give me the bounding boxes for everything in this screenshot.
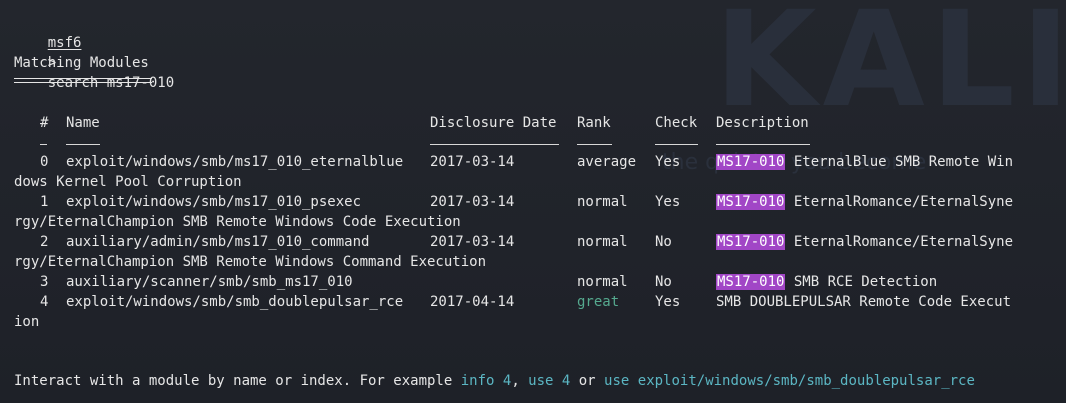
footer-sep-2: or [570, 373, 605, 389]
col-dash-description [716, 144, 810, 145]
prompt-name: msf6 [47, 35, 82, 51]
row-0-name[interactable]: exploit/windows/smb/ms17_010_eternalblue [66, 152, 403, 172]
row-2-num: 2 [40, 234, 49, 250]
terminal-window[interactable]: KALI the quieter you become msf6 > searc… [0, 0, 1066, 403]
col-dash-rank [577, 144, 612, 145]
col-dash-name [66, 144, 100, 145]
row-1-rank: normal [577, 194, 628, 210]
row-2-highlight: MS17-010 [716, 234, 786, 250]
row-4-name[interactable]: exploit/windows/smb/smb_doublepulsar_rce [66, 292, 403, 312]
row-1-desc-rest: EternalRomance/EternalSyne [785, 194, 1014, 210]
row-3-name[interactable]: auxiliary/scanner/smb/smb_ms17_010 [66, 272, 353, 292]
row-1-desc-wrap: rgy/EternalChampion SMB Remote Windows C… [14, 214, 461, 230]
row-0-desc-rest: EternalBlue SMB Remote Win [785, 154, 1014, 170]
prompt-line[interactable]: msf6 > search ms17-010 [14, 13, 174, 91]
row-1-highlight: MS17-010 [716, 194, 786, 210]
kali-logo-watermark: KALI [714, 0, 1066, 137]
row-0-check: Yes [655, 154, 681, 170]
row-0-date: 2017-03-14 [430, 154, 515, 170]
row-0-highlight: MS17-010 [716, 154, 786, 170]
row-3-check: No [655, 274, 672, 290]
row-2-rank: normal [577, 234, 628, 250]
col-header-name: Name [66, 115, 100, 131]
row-1-num: 1 [40, 194, 49, 210]
col-header-num: # [40, 115, 49, 131]
footer-hint: Interact with a module by name or index.… [14, 371, 975, 391]
heading-underline-rule [14, 78, 152, 83]
row-2-desc-wrap: rgy/EternalChampion SMB Remote Windows C… [14, 254, 487, 270]
col-header-check: Check [655, 115, 698, 131]
row-3-rank: normal [577, 274, 628, 290]
row-3-highlight: MS17-010 [716, 274, 786, 290]
row-3-description: MS17-010 SMB RCE Detection [716, 272, 937, 292]
col-dash-check [655, 144, 698, 145]
row-2-check: No [655, 234, 672, 250]
row-1-name[interactable]: exploit/windows/smb/ms17_010_psexec [66, 192, 361, 212]
row-4-desc-wrap: ion [14, 314, 40, 330]
row-4-description: SMB DOUBLEPULSAR Remote Code Execut [716, 294, 1012, 310]
col-dash-date [430, 144, 559, 145]
row-2-name[interactable]: auxiliary/admin/smb/ms17_010_command [66, 232, 369, 252]
row-4-num: 4 [40, 294, 49, 310]
row-3-desc-rest: SMB RCE Detection [785, 274, 938, 290]
row-2-desc-rest: EternalRomance/EternalSyne [785, 234, 1014, 250]
row-0-rank: average [577, 154, 637, 170]
row-0-desc-wrap: dows Kernel Pool Corruption [14, 174, 242, 190]
row-4-rank: great [577, 294, 620, 310]
row-4-check: Yes [655, 294, 681, 310]
row-3-num: 3 [40, 274, 49, 290]
footer-cmd-info[interactable]: info 4 [461, 373, 512, 389]
row-0-description: MS17-010 EternalBlue SMB Remote Win [716, 152, 1013, 172]
row-0-num: 0 [40, 154, 49, 170]
col-header-date: Disclosure Date [430, 115, 557, 131]
footer-cmd-use-index[interactable]: use 4 [528, 373, 570, 389]
row-1-description: MS17-010 EternalRomance/EternalSyne [716, 192, 1013, 212]
matching-modules-heading: Matching Modules [14, 55, 149, 71]
row-1-check: Yes [655, 194, 681, 210]
col-header-rank: Rank [577, 115, 611, 131]
footer-cmd-use-path[interactable]: use exploit/windows/smb/smb_doublepulsar… [604, 373, 975, 389]
row-1-date: 2017-03-14 [430, 194, 515, 210]
footer-sep-1: , [511, 373, 529, 389]
col-dash-num [40, 144, 47, 145]
col-header-description: Description [716, 115, 809, 131]
row-2-description: MS17-010 EternalRomance/EternalSyne [716, 232, 1013, 252]
footer-text: Interact with a module by name or index.… [14, 373, 461, 389]
row-2-date: 2017-03-14 [430, 234, 515, 250]
row-4-date: 2017-04-14 [430, 294, 515, 310]
